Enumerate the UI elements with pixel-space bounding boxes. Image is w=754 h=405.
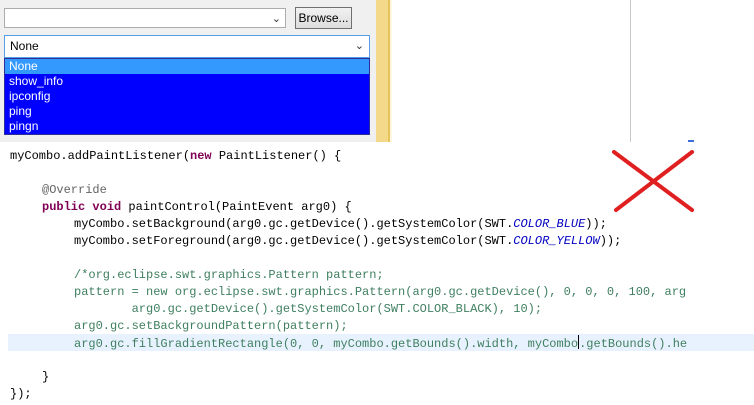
- dropdown-option-ipconfig[interactable]: ipconfig: [5, 89, 369, 104]
- command-combo[interactable]: None ⌄: [4, 35, 370, 58]
- code-line: myCombo.setBackground(arg0.gc.getDevice(…: [74, 217, 607, 231]
- chevron-down-icon[interactable]: ⌄: [272, 11, 281, 27]
- side-panel: [631, 0, 754, 142]
- dropdown-option-pingn[interactable]: pingn: [5, 119, 369, 134]
- code-line: @Override: [42, 183, 107, 197]
- code-line: public void paintControl(PaintEvent arg0…: [42, 200, 352, 214]
- code-line: myCombo.addPaintListener(new PaintListen…: [10, 149, 342, 163]
- code-comment: /*org.eclipse.swt.graphics.Pattern patte…: [74, 268, 384, 282]
- code-comment: arg0.gc.getDevice().getSystemColor(SWT.C…: [74, 302, 543, 316]
- code-line: }: [42, 370, 50, 384]
- path-combo[interactable]: ⌄: [4, 8, 286, 28]
- dropdown-option-show-info[interactable]: show_info: [5, 74, 369, 89]
- command-combo-value: None: [10, 39, 39, 53]
- command-dropdown-list: None show_info ipconfig ping pingn: [4, 58, 370, 135]
- background-panel: [392, 0, 630, 142]
- code-line: myCombo.setForeground(arg0.gc.getDevice(…: [74, 234, 622, 248]
- browse-button[interactable]: Browse...: [295, 7, 352, 29]
- dropdown-option-none[interactable]: None: [5, 59, 369, 74]
- chevron-down-icon[interactable]: ⌄: [355, 39, 364, 52]
- code-comment-current: arg0.gc.fillGradientRectangle(0, 0, myCo…: [74, 335, 688, 351]
- dropdown-option-ping[interactable]: ping: [5, 104, 369, 119]
- code-comment: pattern = new org.eclipse.swt.graphics.P…: [74, 285, 687, 299]
- code-comment: arg0.gc.setBackgroundPattern(pattern);: [74, 319, 348, 333]
- code-line: });: [10, 387, 32, 401]
- x-mark-icon: [612, 150, 694, 212]
